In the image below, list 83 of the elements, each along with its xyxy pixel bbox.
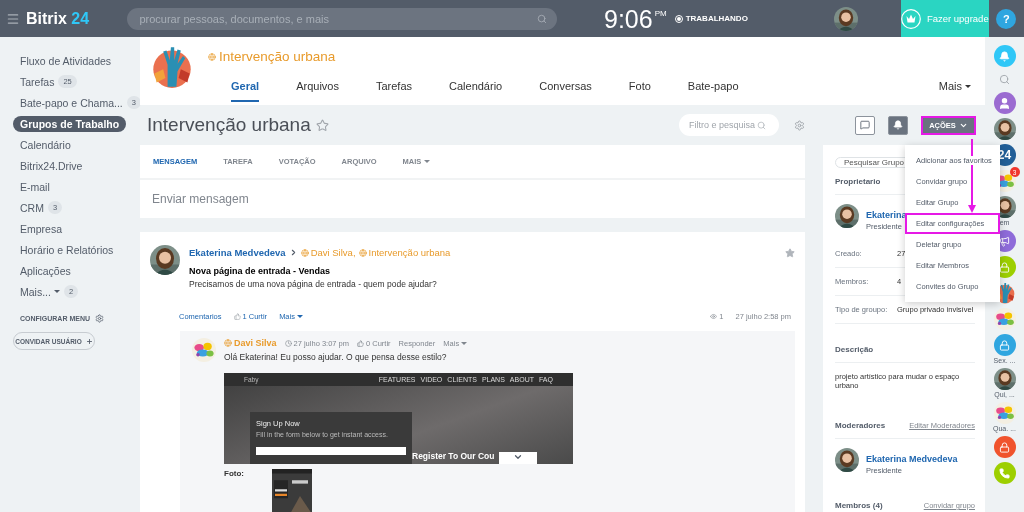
bell-icon — [893, 120, 903, 130]
chat-button[interactable] — [855, 115, 875, 135]
group-tab[interactable]: Conversas — [539, 80, 592, 102]
search-input[interactable]: procurar pessoas, documentos, e mais — [137, 11, 537, 26]
thumbs-up-icon — [357, 339, 364, 347]
lock-icon — [999, 441, 1010, 453]
sidebar-item[interactable]: Bitrix24.Drive — [20, 159, 83, 172]
filter-field[interactable]: Filtro e pesquisa — [679, 114, 779, 136]
group-tab[interactable]: Tarefas — [375, 80, 412, 102]
search-icon[interactable] — [999, 74, 1010, 85]
expand-button[interactable] — [499, 452, 537, 464]
group-tab[interactable]: Bate-papo — [687, 80, 739, 102]
settings-icon[interactable] — [794, 119, 805, 131]
sidebar-item[interactable]: E-mail — [20, 180, 50, 193]
sidebar-item[interactable]: Horário e Relatórios — [20, 243, 114, 256]
person-name[interactable]: Ekaterina Medvedeva — [866, 454, 958, 464]
work-status[interactable]: TRABALHANDO — [685, 14, 748, 23]
globe-icon — [224, 339, 232, 347]
sidebar-item[interactable]: Grupos de Trabalho — [13, 115, 127, 132]
sidebar-item[interactable]: Tarefas — [20, 75, 55, 88]
star-icon[interactable] — [785, 247, 795, 258]
post-title: Nova página de entrada - Vendas — [189, 266, 332, 276]
globe-icon — [208, 52, 216, 61]
comment-text: Olá Ekaterina! Eu posso ajudar. O que pensa desse estilo? — [224, 352, 448, 362]
sidebar-item[interactable]: Empresa — [20, 222, 62, 235]
sidebar-item[interactable]: CRM — [20, 201, 44, 214]
section-heading: Membros (4) — [835, 501, 883, 510]
caret-icon — [296, 315, 303, 318]
globe-icon — [358, 248, 367, 257]
notifications-button[interactable] — [993, 45, 1016, 67]
section-heading: Descrição — [835, 345, 874, 354]
thumbs-up-icon — [233, 313, 241, 320]
caret-icon — [965, 85, 971, 88]
section-heading: Proprietario — [835, 177, 881, 186]
crown-icon — [900, 8, 921, 29]
call-button[interactable] — [993, 462, 1016, 484]
filter-input[interactable]: Filtro e pesquisa — [687, 119, 757, 131]
search-icon — [537, 13, 547, 24]
locked-chat-button[interactable] — [993, 436, 1016, 458]
search-icon — [757, 120, 766, 130]
sidebar-item[interactable]: Aplicações — [20, 264, 71, 277]
person-icon — [998, 96, 1011, 110]
star-icon[interactable] — [315, 118, 329, 132]
more-tab[interactable]: Mais — [938, 80, 971, 102]
group-tab[interactable]: Foto — [628, 80, 651, 102]
bell-icon — [999, 50, 1010, 62]
sidebar-item[interactable]: Bate-papo e Chama... — [20, 96, 123, 109]
site-headline: Register To Our Cou — [412, 451, 495, 461]
menu-icon[interactable] — [6, 11, 20, 26]
post-text: Precisamos de uma nova página de entrada - quem pode ajudar? — [189, 279, 438, 289]
clock-icon — [284, 339, 292, 347]
clock-time: 9:06 — [604, 5, 653, 32]
search-field[interactable]: procurar pessoas, documentos, e mais — [127, 7, 557, 30]
group-logo — [150, 45, 194, 89]
bell-button[interactable] — [888, 115, 908, 135]
group-search-input[interactable]: Pesquisar Grupo — [844, 158, 904, 167]
sidebar-item[interactable]: Fluxo de Atividades — [20, 54, 112, 67]
page-title: Intervenção urbana — [147, 114, 311, 136]
sidebar-item[interactable]: Mais... — [20, 285, 60, 298]
logo-text: Bitrix 24 — [26, 9, 90, 28]
author-link[interactable]: Ekaterina Medvedeva — [189, 247, 286, 258]
message-input[interactable]: Enviar mensagem — [152, 192, 352, 206]
phone-icon — [999, 467, 1010, 479]
globe-icon — [300, 248, 309, 257]
plus-icon — [85, 337, 93, 345]
group-tab[interactable]: Calendário — [449, 80, 503, 102]
clock-meridiem: PM — [654, 8, 667, 18]
contact-button[interactable] — [993, 92, 1016, 114]
locked-chat-button[interactable] — [993, 334, 1016, 356]
group-tab[interactable]: Arquivos — [296, 80, 339, 102]
settings-icon[interactable] — [95, 314, 104, 323]
group-name: Intervenção urbana — [219, 49, 336, 64]
caret-icon — [461, 341, 468, 345]
sidebar-item[interactable]: Calendário — [20, 138, 71, 151]
chevron-icon — [513, 452, 523, 462]
group-tab[interactable]: Geral — [231, 80, 260, 102]
lock-icon — [999, 339, 1010, 351]
section-heading: Moderadores — [835, 421, 886, 430]
caret-icon — [424, 160, 431, 163]
eye-icon — [710, 313, 718, 320]
person-name[interactable]: Ekaterina — [866, 210, 907, 220]
photo-label: Foto: — [224, 469, 244, 480]
chat-icon — [860, 120, 870, 130]
